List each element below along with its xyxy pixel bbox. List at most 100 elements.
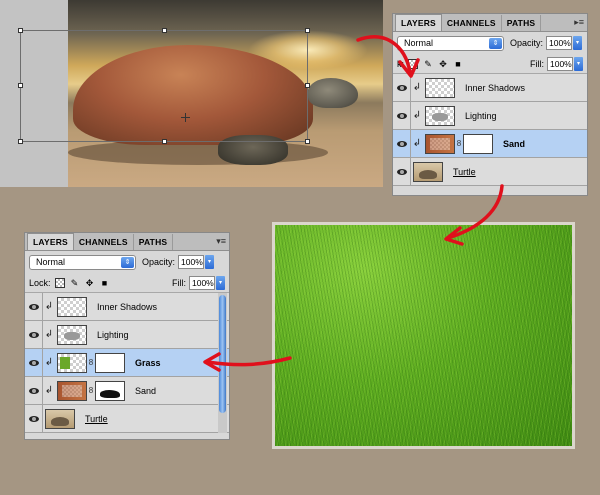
visibility-toggle[interactable] xyxy=(393,102,411,129)
lock-row: k: ✎ ✥ ■ Fill: 100% ▾ xyxy=(393,54,587,74)
tab-channels[interactable]: CHANNELS xyxy=(74,234,134,250)
lock-icon[interactable]: ■ xyxy=(453,59,463,69)
lock-label: Lock: xyxy=(29,277,51,288)
fill-label: Fill: xyxy=(172,277,186,288)
transform-handle-tl[interactable] xyxy=(18,28,23,33)
layer-row[interactable]: ↲ Inner Shadows xyxy=(25,293,229,321)
layer-row[interactable]: ↲ Lighting xyxy=(25,321,229,349)
move-icon[interactable]: ✥ xyxy=(438,59,448,69)
link-chain-icon[interactable]: 8 xyxy=(455,139,463,148)
layer-row[interactable]: ↲ Lighting xyxy=(393,102,587,130)
visibility-toggle[interactable] xyxy=(25,321,43,348)
lock-transparent-icon[interactable] xyxy=(54,277,65,288)
dropdown-arrow-icon[interactable]: ⇕ xyxy=(489,37,502,49)
fill-input[interactable]: 100% xyxy=(189,275,215,290)
layer-row-selected[interactable]: ↲ 8 Sand xyxy=(393,130,587,158)
layers-panel-top: LAYERS CHANNELS PATHS ▸≡ Normal ⇕ Opacit… xyxy=(392,13,588,196)
visibility-toggle[interactable] xyxy=(393,158,411,185)
tab-layers[interactable]: LAYERS xyxy=(27,233,74,250)
panel-menu-icon[interactable]: ▾≡ xyxy=(216,236,226,247)
blend-row: Normal ⇕ Opacity: 100% ▾ xyxy=(393,32,587,54)
clipping-arrow-icon: ↲ xyxy=(412,138,422,149)
lock-row: Lock: ✎ ✥ ■ Fill: 100% ▾ xyxy=(25,273,229,293)
layer-mask-thumbnail[interactable] xyxy=(463,133,493,154)
layer-name: Inner Shadows xyxy=(465,82,526,93)
transform-handle-right[interactable] xyxy=(305,83,310,88)
lock-transparent-icon[interactable] xyxy=(408,58,419,69)
transform-handle-br[interactable] xyxy=(305,139,310,144)
layers-panel-bottom: LAYERS CHANNELS PATHS ▾≡ Normal ⇕ Opacit… xyxy=(24,232,230,440)
brush-icon[interactable]: ✎ xyxy=(423,59,433,69)
eye-icon xyxy=(396,112,407,119)
layer-name: Sand xyxy=(135,385,157,396)
clipping-arrow-icon: ↲ xyxy=(44,385,54,396)
layer-thumbnail xyxy=(57,296,87,317)
fill-stepper[interactable]: ▾ xyxy=(216,275,225,290)
clipping-arrow-icon: ↲ xyxy=(44,301,54,312)
opacity-input[interactable]: 100% xyxy=(546,36,573,50)
layer-thumbnail xyxy=(45,408,75,429)
transform-handle-top[interactable] xyxy=(162,28,167,33)
layer-name: Turtle xyxy=(453,166,476,177)
blend-row: Normal ⇕ Opacity: 100% ▾ xyxy=(25,251,229,273)
panel-tabs: LAYERS CHANNELS PATHS ▾≡ xyxy=(25,233,229,251)
link-chain-icon[interactable]: 8 xyxy=(87,386,95,395)
layer-name: Lighting xyxy=(97,329,129,340)
layer-thumbnail xyxy=(425,77,455,98)
visibility-toggle[interactable] xyxy=(25,405,43,432)
scrollbar-thumb[interactable] xyxy=(219,295,226,413)
layer-name: Grass xyxy=(135,357,161,368)
reference-point-icon[interactable] xyxy=(181,113,190,122)
layer-row[interactable]: Turtle xyxy=(25,405,229,433)
link-chain-icon[interactable]: 8 xyxy=(87,358,95,367)
opacity-label: Opacity: xyxy=(510,38,544,48)
tab-paths[interactable]: PATHS xyxy=(502,15,542,31)
layer-name: Sand xyxy=(503,138,526,149)
opacity-label: Opacity: xyxy=(142,257,176,267)
layer-thumbnail xyxy=(413,161,443,182)
transform-handle-tr[interactable] xyxy=(305,28,310,33)
layer-row[interactable]: ↲ 8 Sand xyxy=(25,377,229,405)
brush-icon[interactable]: ✎ xyxy=(70,278,80,288)
layer-mask-thumbnail[interactable] xyxy=(95,380,125,401)
dropdown-arrow-icon[interactable]: ⇕ xyxy=(121,256,134,268)
turtle-head xyxy=(308,78,358,108)
opacity-stepper[interactable]: ▾ xyxy=(573,36,583,50)
layers-scrollbar[interactable] xyxy=(218,293,227,433)
lock-icon[interactable]: ■ xyxy=(100,278,110,288)
layer-row-selected[interactable]: ↲ 8 Grass xyxy=(25,349,229,377)
transform-bounding-box[interactable] xyxy=(18,28,310,144)
visibility-toggle[interactable] xyxy=(25,293,43,320)
blend-mode-select[interactable]: Normal ⇕ xyxy=(29,254,136,270)
eye-icon xyxy=(396,84,407,91)
layer-thumbnail xyxy=(57,380,87,401)
blend-mode-select[interactable]: Normal ⇕ xyxy=(397,35,504,51)
opacity-input[interactable]: 100% xyxy=(178,255,205,269)
tab-channels[interactable]: CHANNELS xyxy=(442,15,502,31)
transform-handle-bl[interactable] xyxy=(18,139,23,144)
tab-layers[interactable]: LAYERS xyxy=(395,14,442,31)
visibility-toggle[interactable] xyxy=(25,377,43,404)
document-canvas[interactable] xyxy=(0,0,383,187)
tab-paths[interactable]: PATHS xyxy=(134,234,174,250)
layer-list: ↲ Inner Shadows ↲ Lighting ↲ 8 Sand Turt… xyxy=(393,74,587,186)
move-icon[interactable]: ✥ xyxy=(85,278,95,288)
panel-menu-icon[interactable]: ▸≡ xyxy=(574,17,584,28)
visibility-toggle[interactable] xyxy=(393,74,411,101)
layer-mask-thumbnail[interactable] xyxy=(95,352,125,373)
transform-handle-bottom[interactable] xyxy=(162,139,167,144)
fill-input[interactable]: 100% xyxy=(547,56,573,71)
layer-thumbnail xyxy=(425,133,455,154)
transform-handle-left[interactable] xyxy=(18,83,23,88)
eye-icon xyxy=(28,387,39,394)
visibility-toggle[interactable] xyxy=(393,130,411,157)
fill-stepper[interactable]: ▾ xyxy=(574,56,583,71)
eye-icon xyxy=(396,140,407,147)
layer-row[interactable]: ↲ Inner Shadows xyxy=(393,74,587,102)
layer-row[interactable]: Turtle xyxy=(393,158,587,186)
eye-icon xyxy=(28,331,39,338)
visibility-toggle[interactable] xyxy=(25,349,43,376)
layer-name: Inner Shadows xyxy=(97,301,158,312)
opacity-stepper[interactable]: ▾ xyxy=(205,255,215,269)
eye-icon xyxy=(28,415,39,422)
